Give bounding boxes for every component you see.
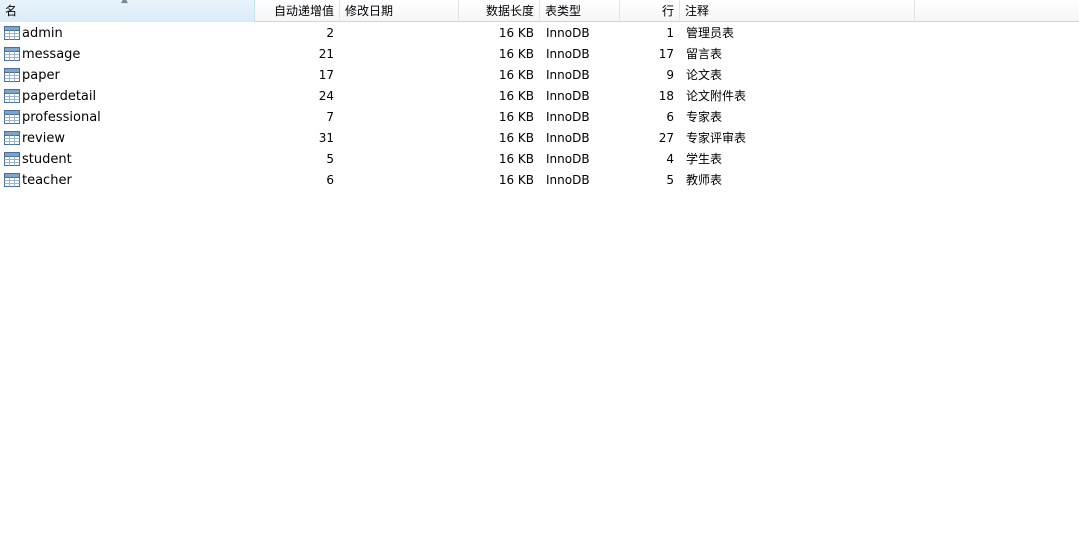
cell-auto-increment: 6 <box>326 173 334 187</box>
cell-modified-date <box>340 107 459 128</box>
cell-auto-increment: 2 <box>326 26 334 40</box>
table-icon <box>4 173 20 187</box>
cell-modified-date <box>340 23 459 44</box>
table-name: message <box>22 47 81 62</box>
table-icon <box>4 131 20 145</box>
column-header-comment[interactable]: 注释 <box>680 0 915 22</box>
table-icon <box>4 47 20 61</box>
cell-data-length: 16 KB <box>498 152 534 166</box>
table-row[interactable]: paperdetail 24 16 KB InnoDB 18 论文附件表 <box>0 86 1079 107</box>
cell-engine: InnoDB <box>546 152 590 166</box>
cell-modified-date <box>340 128 459 149</box>
cell-name: paperdetail <box>0 86 254 107</box>
cell-rows: 1 <box>666 26 674 40</box>
table-row[interactable]: paper 17 16 KB InnoDB 9 论文表 <box>0 65 1079 86</box>
column-header-filler <box>915 0 1079 22</box>
cell-comment: 留言表 <box>686 47 723 61</box>
table-row[interactable]: admin 2 16 KB InnoDB 1 管理员表 <box>0 23 1079 44</box>
cell-rows: 17 <box>658 47 674 61</box>
cell-engine: InnoDB <box>546 47 590 61</box>
cell-data-length: 16 KB <box>498 89 534 103</box>
column-header-engine[interactable]: 表类型 <box>540 0 620 22</box>
cell-rows: 6 <box>666 110 674 124</box>
cell-comment: 教师表 <box>686 173 723 187</box>
cell-auto-increment: 31 <box>318 131 334 145</box>
table-name: teacher <box>22 173 72 188</box>
cell-comment: 专家表 <box>686 110 723 124</box>
cell-auto-increment: 21 <box>318 47 334 61</box>
column-header-data-length[interactable]: 数据长度 <box>459 0 540 22</box>
cell-name: message <box>0 44 254 65</box>
cell-data-length: 16 KB <box>498 173 534 187</box>
cell-modified-date <box>340 65 459 86</box>
table-name: professional <box>22 110 101 125</box>
cell-auto-increment: 7 <box>326 110 334 124</box>
cell-auto-increment: 24 <box>318 89 334 103</box>
table-icon <box>4 152 20 166</box>
table-row[interactable]: review 31 16 KB InnoDB 27 专家评审表 <box>0 128 1079 149</box>
table-icon <box>4 89 20 103</box>
table-icon <box>4 68 20 82</box>
table-name: review <box>22 131 65 146</box>
cell-rows: 27 <box>658 131 674 145</box>
column-header-name[interactable]: 名 ▲ <box>0 0 255 22</box>
column-header-modified-date[interactable]: 修改日期 <box>340 0 459 22</box>
cell-rows: 5 <box>666 173 674 187</box>
cell-engine: InnoDB <box>546 26 590 40</box>
cell-data-length: 16 KB <box>498 47 534 61</box>
cell-name: review <box>0 128 254 149</box>
table-rows: admin 2 16 KB InnoDB 1 管理员表 message 21 1… <box>0 23 1079 191</box>
cell-modified-date <box>340 149 459 170</box>
cell-modified-date <box>340 170 459 191</box>
cell-comment: 学生表 <box>686 152 723 166</box>
column-header-auto-increment[interactable]: 自动递增值 <box>255 0 340 22</box>
cell-rows: 4 <box>666 152 674 166</box>
table-name: paperdetail <box>22 89 97 104</box>
cell-comment: 论文表 <box>686 68 723 82</box>
cell-rows: 9 <box>666 68 674 82</box>
table-icon <box>4 110 20 124</box>
column-header-rows[interactable]: 行 <box>620 0 680 22</box>
table-row[interactable]: teacher 6 16 KB InnoDB 5 教师表 <box>0 170 1079 191</box>
table-row[interactable]: student 5 16 KB InnoDB 4 学生表 <box>0 149 1079 170</box>
cell-engine: InnoDB <box>546 110 590 124</box>
cell-data-length: 16 KB <box>498 26 534 40</box>
cell-engine: InnoDB <box>546 131 590 145</box>
cell-data-length: 16 KB <box>498 68 534 82</box>
cell-data-length: 16 KB <box>498 110 534 124</box>
cell-comment: 论文附件表 <box>686 89 747 103</box>
cell-data-length: 16 KB <box>498 131 534 145</box>
cell-engine: InnoDB <box>546 89 590 103</box>
table-row[interactable]: message 21 16 KB InnoDB 17 留言表 <box>0 44 1079 65</box>
cell-auto-increment: 17 <box>318 68 334 82</box>
table-list-view: 名 ▲ 自动递增值 修改日期 数据长度 表类型 行 注释 admin 2 16 … <box>0 0 1079 537</box>
table-name: admin <box>22 26 63 41</box>
cell-name: student <box>0 149 254 170</box>
cell-name: teacher <box>0 170 254 191</box>
table-name: paper <box>22 68 60 83</box>
table-icon <box>4 26 20 40</box>
cell-comment: 专家评审表 <box>686 131 747 145</box>
cell-auto-increment: 5 <box>326 152 334 166</box>
cell-engine: InnoDB <box>546 173 590 187</box>
table-row[interactable]: professional 7 16 KB InnoDB 6 专家表 <box>0 107 1079 128</box>
column-header-bar: 名 ▲ 自动递增值 修改日期 数据长度 表类型 行 注释 <box>0 0 1079 22</box>
cell-engine: InnoDB <box>546 68 590 82</box>
cell-modified-date <box>340 86 459 107</box>
table-name: student <box>22 152 72 167</box>
cell-name: professional <box>0 107 254 128</box>
cell-name: paper <box>0 65 254 86</box>
cell-name: admin <box>0 23 254 44</box>
cell-modified-date <box>340 44 459 65</box>
cell-comment: 管理员表 <box>686 26 735 40</box>
sort-ascending-icon: ▲ <box>121 0 128 5</box>
cell-rows: 18 <box>658 89 674 103</box>
